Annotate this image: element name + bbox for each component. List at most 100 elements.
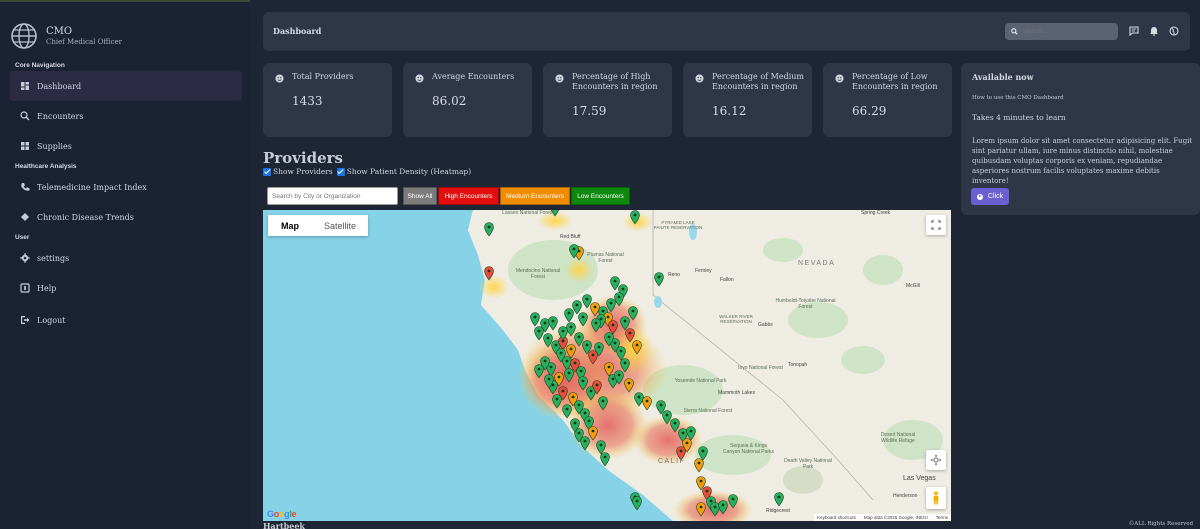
provider-pin-dot (709, 499, 713, 503)
provider-pin-dot (595, 383, 599, 387)
map-label-lassen: Lassen National Forest (502, 210, 554, 216)
provider-pin-dot (487, 225, 491, 229)
provider-pin-dot (587, 419, 591, 423)
provider-pin-dot (573, 361, 577, 365)
provider-pin-dot (705, 489, 709, 493)
provider-pin-dot (585, 297, 589, 301)
provider-pin-dot (603, 455, 607, 459)
show-providers-toggle[interactable]: Show Providers (263, 167, 333, 176)
map-data-text: Map data ©2025 Google, INEGI (863, 515, 928, 520)
gear-icon (20, 253, 30, 263)
stat-card-total-providers: Total Providers 1433 (263, 63, 392, 137)
stat-label: Percentage of High Encounters in region (572, 72, 658, 91)
filter-medium-button[interactable]: Medium Encounters (500, 187, 570, 205)
message-icon[interactable] (1129, 26, 1139, 36)
provider-pin-dot (635, 343, 639, 347)
sidebar-item-label: Help (37, 283, 57, 293)
map-label-pyramid: PYRAMID LAKE PAIUTE RESERVATION (653, 220, 703, 230)
play-icon (976, 193, 983, 200)
keyboard-shortcuts-link[interactable]: Keyboard shortcuts (817, 515, 856, 520)
checkbox[interactable] (263, 167, 271, 176)
sidebar-item-label: settings (37, 253, 70, 263)
stat-value: 17.59 (572, 104, 607, 118)
fullscreen-icon (931, 220, 941, 230)
provider-pin-dot (657, 275, 661, 279)
panel-body: Lorem ipsum dolor sit amet consectetur a… (972, 137, 1193, 185)
provider-pin-dot (579, 369, 583, 373)
checkbox[interactable] (336, 167, 345, 176)
provider-pin-dot (572, 247, 576, 251)
provider-pin-dot (555, 397, 559, 401)
provider-pin-dot (621, 287, 625, 291)
filter-show-all-button[interactable]: Show All (403, 187, 437, 205)
panel-learn-time: Takes 4 minutes to learn (972, 113, 1066, 122)
sidebar-item-encounters[interactable]: Encounters (10, 101, 242, 131)
sidebar-item-settings[interactable]: settings (10, 243, 242, 273)
map-label-ridgecrest: Ridgecrest (766, 508, 790, 514)
page-title: Dashboard (273, 26, 322, 36)
sidebar-item-supplies[interactable]: Supplies (10, 131, 242, 161)
satellite-tab[interactable]: Satellite (312, 215, 368, 236)
map-label-mammoth: Mammoth Lakes (718, 390, 755, 396)
provider-pin-dot (777, 495, 781, 499)
header-search[interactable] (1005, 23, 1118, 40)
sidebar-item-telemedicine[interactable]: Telemedicine Impact Index (10, 172, 242, 202)
click-button[interactable]: Click (971, 188, 1009, 205)
provider-pin-dot (551, 319, 555, 323)
search-icon (1011, 28, 1018, 35)
sidebar-item-label: Telemedicine Impact Index (37, 182, 147, 192)
providers-map[interactable]: NEVADA CALIF Reno Fernley Fallon Gabbs T… (263, 210, 951, 521)
provider-pin-dot (623, 361, 627, 365)
provider-pin-dot (607, 365, 611, 369)
provider-pin-dot (571, 395, 575, 399)
face-icon (555, 74, 564, 83)
stat-card-medium-encounters: Percentage of Medium Encounters in regio… (683, 63, 812, 137)
provider-pin-dot (581, 315, 585, 319)
phone-icon (21, 183, 30, 191)
provider-pin-dot (607, 335, 611, 339)
provider-pin-dot (627, 381, 631, 385)
camera-control-icon (930, 454, 942, 466)
provider-pin-dot (713, 505, 717, 509)
sidebar-item-logout[interactable]: Logout (10, 305, 242, 335)
providers-title: Providers (263, 149, 343, 167)
provider-pin-dot (591, 429, 595, 433)
map-label-yosemite: Yosemite National Park (674, 378, 727, 384)
terms-link[interactable]: Terms (936, 515, 948, 520)
bell-icon[interactable] (1149, 26, 1159, 36)
sidebar-item-help[interactable]: Help (10, 273, 242, 303)
fullscreen-button[interactable] (926, 215, 946, 235)
globe-nav-icon[interactable] (1169, 26, 1179, 36)
map-tab[interactable]: Map (268, 215, 312, 236)
provider-pin-dot (569, 347, 573, 351)
provider-pin-dot (731, 497, 735, 501)
provider-pin-dot (569, 325, 573, 329)
filter-high-button[interactable]: High Encounters (438, 187, 499, 205)
map-label-fallon: Fallon (720, 277, 734, 283)
provider-pin-dot (583, 439, 587, 443)
stat-card-average-encounters: Average Encounters 86.02 (403, 63, 532, 137)
pegman-button[interactable] (926, 487, 946, 509)
panel-subtitle: How to use this CMO Dashboard (972, 95, 1064, 101)
provider-pin-dot (659, 403, 663, 407)
provider-pin-dot (575, 303, 579, 307)
city-search-input[interactable] (267, 187, 398, 205)
provider-pin-dot (689, 429, 693, 433)
provider-pin-dot (593, 305, 597, 309)
provider-pin-dot (554, 343, 558, 347)
top-bar: Dashboard (263, 12, 1190, 51)
provider-pin-dot (617, 295, 621, 299)
sidebar-item-label: Supplies (37, 141, 72, 151)
map-label-fernley: Fernley (695, 268, 712, 274)
show-heatmap-toggle[interactable]: Show Patient Density (Heatmap) (336, 167, 471, 176)
info-panel: Available now How to use this CMO Dashbo… (961, 63, 1200, 215)
map-type-toggle: Map Satellite (268, 215, 368, 236)
sidebar-item-dashboard[interactable]: Dashboard (10, 71, 242, 101)
provider-pin-dot (537, 367, 541, 371)
camera-control-button[interactable] (926, 450, 946, 470)
search-input[interactable] (1023, 28, 1113, 35)
provider-pin-dot (665, 413, 669, 417)
filter-low-button[interactable]: Low Encounters (571, 187, 630, 205)
sidebar-item-chronic[interactable]: Chronic Disease Trends (10, 202, 242, 232)
globe-icon (11, 23, 37, 49)
